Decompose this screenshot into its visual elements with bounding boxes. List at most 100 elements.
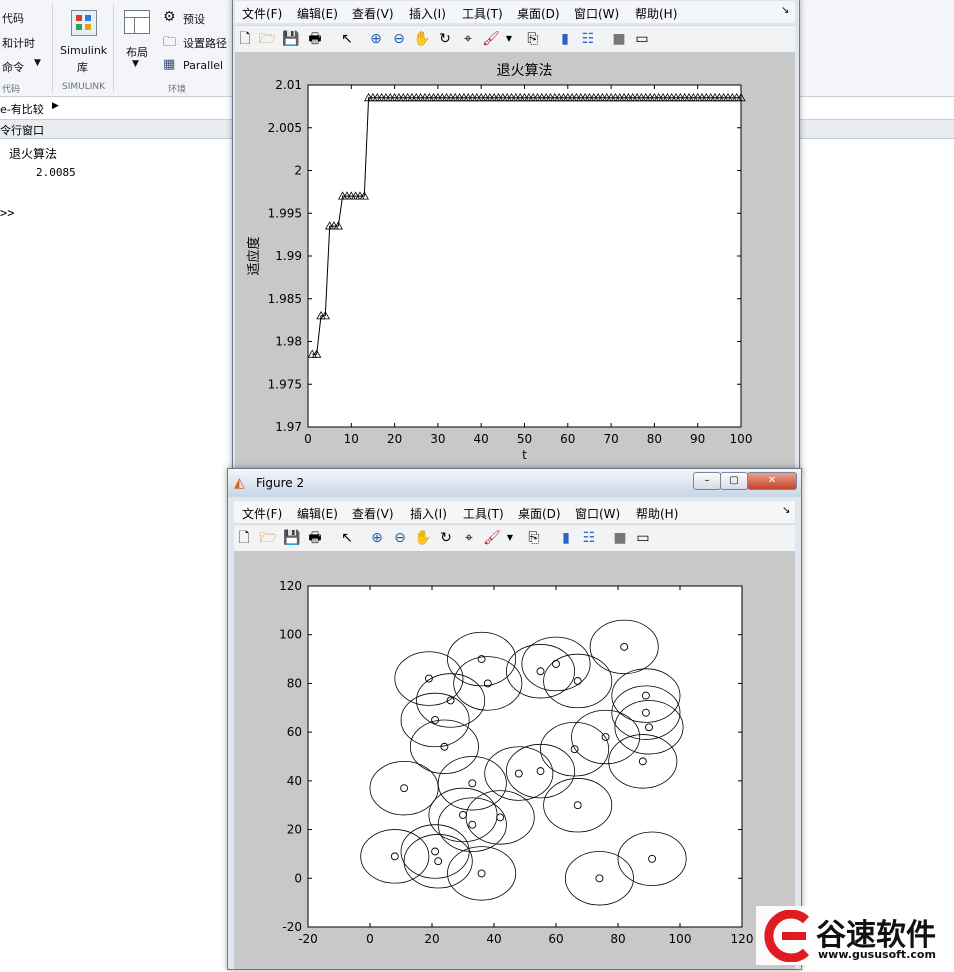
- close-button[interactable]: ✕: [747, 472, 797, 490]
- simulink-button[interactable]: Simulink: [60, 44, 107, 57]
- print-icon[interactable]: 🖶: [305, 528, 325, 548]
- x-tick-label: 60: [560, 432, 575, 446]
- preferences-button[interactable]: 预设: [183, 11, 205, 27]
- figure-2-toolbar: 🗋 🗁 💾 🖶 ↖ ⊕ ⊖ ✋ ↻ ⌖ 🖌 ▼ ⎘ ▮ ☷ ■ ▭: [234, 524, 795, 552]
- chevron-down-icon[interactable]: ▼: [500, 528, 520, 548]
- current-folder-path[interactable]: e-有比较: [0, 101, 44, 117]
- y-tick-label: 0: [294, 871, 302, 885]
- show-plot-tools-icon[interactable]: ▭: [633, 528, 653, 548]
- menu-desktop[interactable]: 桌面(D): [518, 505, 561, 522]
- figure-2-canvas: -20 0 20 40 60 80 100 120 -20 0 20 40 60 80 100 120: [234, 551, 795, 969]
- menu-edit[interactable]: 编辑(E): [297, 5, 338, 22]
- x-tick-label: 20: [424, 932, 439, 946]
- data-cursor-icon[interactable]: ⌖: [458, 29, 478, 49]
- link-plot-icon[interactable]: ⎘: [524, 528, 544, 548]
- x-tick-label: 40: [486, 932, 501, 946]
- set-path-button[interactable]: 设置路径: [183, 35, 227, 51]
- data-cursor-icon[interactable]: ⌖: [459, 528, 479, 548]
- y-tick-label: 1.975: [268, 377, 302, 391]
- x-tick-label: 80: [610, 932, 625, 946]
- ribbon-separator: [52, 4, 53, 92]
- figure-2-window[interactable]: ◭ Figure 2 – ▢ ✕ 文件(F) 编辑(E) 查看(V) 插入(I)…: [227, 468, 802, 970]
- new-figure-icon[interactable]: 🗋: [235, 29, 255, 49]
- menu-help[interactable]: 帮助(H): [635, 5, 677, 22]
- menu-view[interactable]: 查看(V): [352, 505, 394, 522]
- layout-button[interactable]: 布局: [126, 44, 148, 60]
- zoom-out-icon[interactable]: ⊖: [389, 29, 409, 49]
- chevron-right-icon[interactable]: ▶: [52, 101, 59, 111]
- x-axis-label: t: [522, 448, 527, 462]
- pan-icon[interactable]: ✋: [413, 528, 433, 548]
- watermark: 谷速软件 www.gususoft.com: [756, 906, 954, 965]
- brush-icon[interactable]: 🖌: [481, 29, 501, 49]
- dock-icon[interactable]: ↘: [781, 5, 789, 16]
- brush-icon[interactable]: 🖌: [482, 528, 502, 548]
- menu-tools[interactable]: 工具(T): [463, 505, 504, 522]
- zoom-in-icon[interactable]: ⊕: [366, 29, 386, 49]
- hide-plot-tools-icon[interactable]: ■: [610, 528, 630, 548]
- open-file-icon[interactable]: 🗁: [258, 528, 278, 548]
- x-tick-label: 30: [430, 432, 445, 446]
- link-plot-icon[interactable]: ⎘: [523, 29, 543, 49]
- y-tick-label: 40: [287, 774, 302, 788]
- y-tick-label: 2.01: [275, 78, 302, 92]
- rotate-3d-icon[interactable]: ↻: [436, 528, 456, 548]
- edit-plot-icon[interactable]: ↖: [337, 29, 357, 49]
- hide-plot-tools-icon[interactable]: ■: [609, 29, 629, 49]
- pan-icon[interactable]: ✋: [412, 29, 432, 49]
- maximize-button[interactable]: ▢: [720, 472, 748, 490]
- x-tick-label: 20: [387, 432, 402, 446]
- parallel-icon: ▦: [163, 57, 176, 72]
- ribbon-item-code[interactable]: 代码: [2, 10, 24, 26]
- menu-view[interactable]: 查看(V): [352, 5, 394, 22]
- save-icon[interactable]: 💾: [281, 29, 301, 49]
- plot-area: [307, 84, 742, 428]
- rotate-3d-icon[interactable]: ↻: [435, 29, 455, 49]
- show-plot-tools-icon[interactable]: ▭: [632, 29, 652, 49]
- new-figure-icon[interactable]: 🗋: [234, 528, 254, 548]
- chevron-down-icon[interactable]: ▼: [499, 29, 519, 49]
- menu-insert[interactable]: 插入(I): [409, 5, 446, 22]
- section-environment-label: 环境: [168, 85, 187, 95]
- ribbon-item-timing[interactable]: 和计时: [2, 35, 35, 51]
- x-tick-label: 10: [344, 432, 359, 446]
- colorbar-icon[interactable]: ▮: [556, 528, 576, 548]
- zoom-out-icon[interactable]: ⊖: [390, 528, 410, 548]
- ribbon-item-command[interactable]: 命令: [2, 59, 24, 75]
- menu-desktop[interactable]: 桌面(D): [517, 5, 560, 22]
- x-tick-label: 80: [647, 432, 662, 446]
- menu-file[interactable]: 文件(F): [242, 505, 282, 522]
- simulink-library-icon[interactable]: [71, 10, 97, 36]
- menu-window[interactable]: 窗口(W): [574, 5, 619, 22]
- y-tick-label: 1.98: [275, 335, 302, 349]
- menu-file[interactable]: 文件(F): [242, 5, 282, 22]
- figure-1-canvas: 0 10 20 30 40 50 60 70 80 90 100 1.97 1.975 1.98 1.985…: [235, 53, 795, 471]
- figure-1-window[interactable]: 文件(F) 编辑(E) 查看(V) 插入(I) 工具(T) 桌面(D) 窗口(W…: [232, 0, 800, 474]
- x-tick-label: 120: [731, 932, 754, 946]
- chevron-down-icon[interactable]: ▼: [132, 59, 139, 69]
- legend-icon[interactable]: ☷: [579, 528, 599, 548]
- menu-insert[interactable]: 插入(I): [410, 505, 447, 522]
- save-icon[interactable]: 💾: [282, 528, 302, 548]
- command-output-value: 2.0085: [36, 166, 76, 179]
- colorbar-icon[interactable]: ▮: [555, 29, 575, 49]
- layout-icon[interactable]: [124, 10, 150, 34]
- menu-edit[interactable]: 编辑(E): [297, 505, 338, 522]
- dock-icon[interactable]: ↘: [782, 505, 790, 516]
- open-file-icon[interactable]: 🗁: [257, 29, 277, 49]
- legend-icon[interactable]: ☷: [578, 29, 598, 49]
- y-tick-label: 80: [287, 676, 302, 690]
- print-icon[interactable]: 🖶: [305, 29, 325, 49]
- menu-help[interactable]: 帮助(H): [636, 505, 678, 522]
- parallel-button[interactable]: Parallel: [183, 59, 223, 72]
- minimize-button[interactable]: –: [693, 472, 721, 490]
- menu-tools[interactable]: 工具(T): [462, 5, 503, 22]
- x-tick-label: 100: [730, 432, 753, 446]
- command-prompt[interactable]: >>: [0, 206, 14, 220]
- zoom-in-icon[interactable]: ⊕: [367, 528, 387, 548]
- chevron-down-icon[interactable]: ▼: [34, 58, 41, 68]
- x-tick-label: 100: [669, 932, 692, 946]
- edit-plot-icon[interactable]: ↖: [337, 528, 357, 548]
- menu-window[interactable]: 窗口(W): [575, 505, 620, 522]
- figure-2-titlebar[interactable]: ◭ Figure 2 – ▢ ✕: [228, 469, 801, 497]
